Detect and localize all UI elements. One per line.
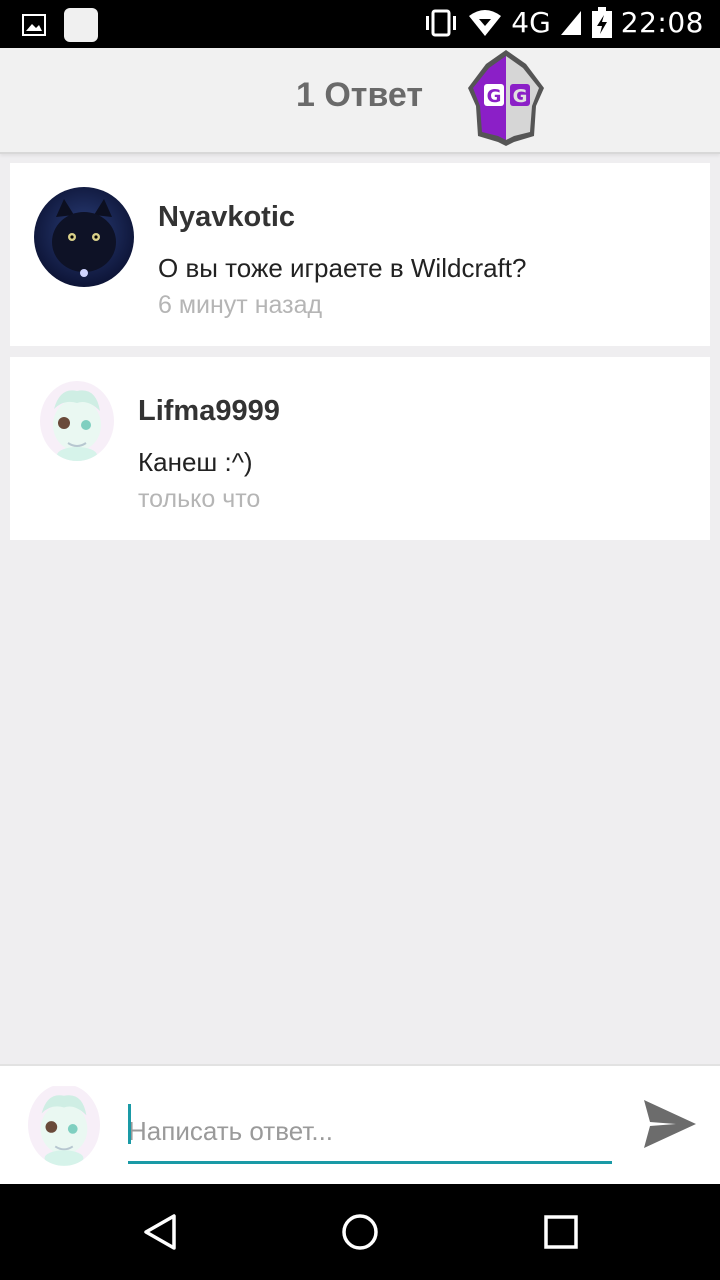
comment-card[interactable]: Nyavkotic О вы тоже играете в Wildcraft?… [10, 163, 710, 346]
comment-card[interactable]: Lifma9999 Канеш :^) только что [10, 357, 710, 540]
comment-time: 6 минут назад [158, 291, 323, 319]
network-type: 4G [511, 6, 551, 39]
vibrate-icon [426, 9, 457, 36]
svg-text:G: G [487, 86, 502, 107]
svg-text:G: G [513, 86, 528, 107]
status-time: 22:08 [620, 6, 704, 39]
comment-text: Канеш :^) [138, 447, 253, 477]
signal-icon [560, 10, 581, 35]
recents-icon[interactable] [541, 1212, 581, 1252]
black-cat-avatar [34, 187, 134, 287]
avatar [28, 1084, 100, 1166]
comment-text: О вы тоже играете в Wildcraft? [158, 253, 527, 283]
notification-square-icon [64, 8, 98, 42]
comment-time: только что [138, 485, 261, 513]
reply-bar [0, 1064, 720, 1186]
comment-username[interactable]: Lifma9999 [138, 395, 280, 428]
avatar[interactable] [40, 381, 114, 461]
anime-character-avatar [40, 381, 114, 461]
gallery-icon [22, 14, 46, 36]
anime-character-avatar [28, 1086, 100, 1166]
status-bar: 4G 22:08 [0, 0, 720, 48]
navigation-bar [0, 1184, 720, 1280]
send-icon[interactable] [640, 1096, 698, 1152]
wifi-icon [469, 9, 502, 36]
header: 1 Ответ G G [0, 48, 720, 154]
reply-input[interactable] [128, 1102, 612, 1164]
gameguardian-logo: G G [468, 50, 544, 146]
avatar[interactable] [34, 187, 134, 287]
comment-username[interactable]: Nyavkotic [158, 201, 295, 234]
battery-charging-icon [591, 6, 612, 38]
home-icon[interactable] [340, 1212, 380, 1252]
page-title: 1 Ответ [296, 76, 424, 114]
back-icon[interactable] [140, 1212, 180, 1252]
text-cursor [128, 1104, 131, 1144]
